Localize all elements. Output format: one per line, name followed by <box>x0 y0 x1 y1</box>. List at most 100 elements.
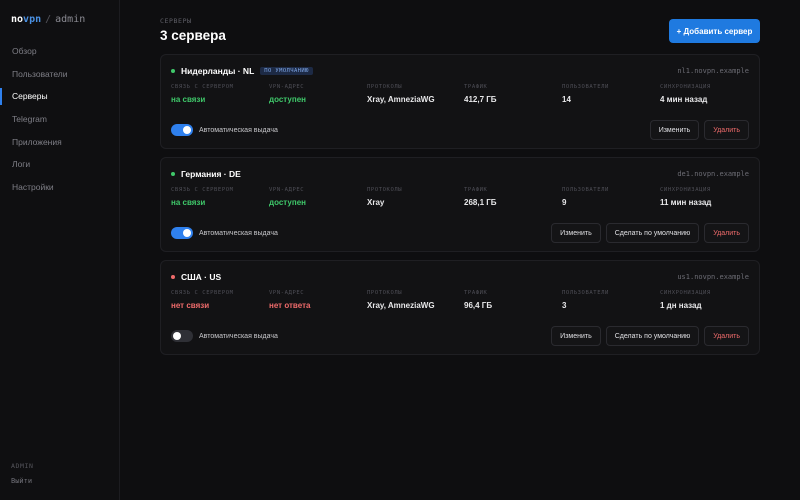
server-card: США · US us1.novpn.example СВЯЗЬ С СЕРВЕРО… <box>160 260 760 355</box>
stat-users: ПОЛЬЗОВАТЕЛИ 9 <box>562 187 609 207</box>
edit-button[interactable]: Изменить <box>551 326 601 346</box>
auto-issue-label: Автоматическая выдача <box>199 229 278 237</box>
stat-label: ПРОТОКОЛЫ <box>367 290 403 296</box>
sidebar-item-6[interactable]: Настройки <box>0 176 120 199</box>
toggle-knob <box>173 332 181 340</box>
server-stats: СВЯЗЬ С СЕРВЕРОМ нет связи VPN-АДРЕС нет от… <box>171 290 751 314</box>
server-host: nl1.novpn.example <box>677 67 749 75</box>
server-actions: Изменить Сделать по умолчанию Удалить <box>551 223 749 243</box>
stat-label: VPN-АДРЕС <box>269 187 305 193</box>
make-default-button[interactable]: Сделать по умолчанию <box>605 223 700 243</box>
server-list: Нидерланды · NL ПО УМОЛЧАНИЮ nl1.novpn.exa… <box>160 54 760 363</box>
stat-sync: СИНХРОНИЗАЦИЯ 11 мин назад <box>660 187 711 207</box>
page-title: 3 сервера <box>160 28 226 43</box>
stat-label: СИНХРОНИЗАЦИЯ <box>660 84 711 90</box>
delete-button[interactable]: Удалить <box>704 223 749 243</box>
make-default-button[interactable]: Сделать по умолчанию <box>605 326 700 346</box>
brand-subtitle: admin <box>55 14 86 25</box>
stat-label: СВЯЗЬ С СЕРВЕРОМ <box>171 290 234 296</box>
stat-label: ПОЛЬЗОВАТЕЛИ <box>562 290 609 296</box>
stat-value: 4 мин назад <box>660 95 708 104</box>
stat-value: 412,7 ГБ <box>464 95 497 104</box>
server-name: Германия · DE <box>181 169 241 179</box>
stat-label: СИНХРОНИЗАЦИЯ <box>660 290 711 296</box>
auto-issue-toggle[interactable] <box>171 227 193 239</box>
stat-value: доступен <box>269 95 306 104</box>
stat-label: СВЯЗЬ С СЕРВЕРОМ <box>171 187 234 193</box>
stat-connection: СВЯЗЬ С СЕРВЕРОМ нет связи <box>171 290 234 310</box>
brand-part-1: no <box>11 14 24 25</box>
stat-value: 11 мин назад <box>660 198 712 207</box>
sidebar-item-0[interactable]: Обзор <box>0 40 120 63</box>
stat-label: VPN-АДРЕС <box>269 290 305 296</box>
stat-value: нет связи <box>171 301 210 310</box>
server-header: США · US <box>171 272 221 282</box>
server-stats: СВЯЗЬ С СЕРВЕРОМ на связи VPN-АДРЕС доступе… <box>171 187 751 211</box>
server-actions: Изменить Сделать по умолчанию Удалить <box>551 326 749 346</box>
edit-button[interactable]: Изменить <box>649 120 700 140</box>
sidebar-item-3[interactable]: Telegram <box>0 108 120 131</box>
stat-vpn: VPN-АДРЕС доступен <box>269 84 306 104</box>
server-actions: Изменить Удалить <box>649 120 749 140</box>
default-badge: ПО УМОЛЧАНИЮ <box>260 67 313 75</box>
server-header: Нидерланды · NL ПО УМОЛЧАНИЮ <box>171 66 313 76</box>
toggle-knob <box>183 229 191 237</box>
stat-value: на связи <box>171 198 206 207</box>
stat-value: 14 <box>562 95 571 104</box>
stat-sync: СИНХРОНИЗАЦИЯ 4 мин назад <box>660 84 711 104</box>
stat-value: 96,4 ГБ <box>464 301 493 310</box>
auto-issue-toggle[interactable] <box>171 124 193 136</box>
sidebar-item-1[interactable]: Пользователи <box>0 63 120 86</box>
stat-value: 3 <box>562 301 567 310</box>
stat-value: Xray, AmneziaWG <box>367 95 435 104</box>
sidebar-item-5[interactable]: Логи <box>0 153 120 176</box>
stat-value: 9 <box>562 198 567 207</box>
sidebar-item-2[interactable]: Серверы <box>0 85 120 108</box>
stat-protocols: ПРОТОКОЛЫ Xray, AmneziaWG <box>367 290 435 310</box>
stat-label: ПОЛЬЗОВАТЕЛИ <box>562 84 609 90</box>
stat-value: Xray, AmneziaWG <box>367 301 435 310</box>
auto-issue-label: Автоматическая выдача <box>199 126 278 134</box>
stat-label: СВЯЗЬ С СЕРВЕРОМ <box>171 84 234 90</box>
stat-label: ТРАФИК <box>464 187 488 193</box>
auto-issue-toggle[interactable] <box>171 330 193 342</box>
sidebar: novpn / admin Обзор Пользователи Серверы Tele… <box>0 0 120 500</box>
stat-vpn: VPN-АДРЕС нет ответа <box>269 290 310 310</box>
edit-button[interactable]: Изменить <box>551 223 601 243</box>
stat-traffic: ТРАФИК 96,4 ГБ <box>464 290 492 310</box>
stat-traffic: ТРАФИК 268,1 ГБ <box>464 187 497 207</box>
add-server-button[interactable]: + Добавить сервер <box>669 19 760 43</box>
user-role: ADMIN <box>11 462 34 470</box>
stat-vpn: VPN-АДРЕС доступен <box>269 187 306 207</box>
logout-link[interactable]: Выйти <box>11 477 34 485</box>
server-host: de1.novpn.example <box>677 170 749 178</box>
server-name: США · US <box>181 272 222 282</box>
status-dot-icon <box>171 275 175 279</box>
stat-sync: СИНХРОНИЗАЦИЯ 1 дн назад <box>660 290 711 310</box>
brand-separator: / <box>45 14 52 25</box>
stat-value: 1 дн назад <box>660 301 702 310</box>
stat-connection: СВЯЗЬ С СЕРВЕРОМ на связи <box>171 187 234 207</box>
stat-label: ТРАФИК <box>464 84 488 90</box>
status-dot-icon <box>171 69 175 73</box>
brand-part-2: vpn <box>23 14 42 25</box>
delete-button[interactable]: Удалить <box>704 120 749 140</box>
stat-protocols: ПРОТОКОЛЫ Xray, AmneziaWG <box>367 84 435 104</box>
server-header: Германия · DE <box>171 169 241 179</box>
section-label: СЕРВЕРЫ <box>160 17 192 25</box>
sidebar-item-4[interactable]: Приложения <box>0 131 120 154</box>
stat-label: VPN-АДРЕС <box>269 84 305 90</box>
stat-value: доступен <box>269 198 306 207</box>
auto-issue: Автоматическая выдача <box>171 227 278 239</box>
app-logo[interactable]: novpn / admin <box>11 14 85 25</box>
stat-protocols: ПРОТОКОЛЫ Xray <box>367 187 402 207</box>
stat-label: ТРАФИК <box>464 290 488 296</box>
stat-label: ПОЛЬЗОВАТЕЛИ <box>562 187 609 193</box>
status-dot-icon <box>171 172 175 176</box>
delete-button[interactable]: Удалить <box>704 326 749 346</box>
auto-issue-label: Автоматическая выдача <box>199 332 278 340</box>
server-card: Нидерланды · NL ПО УМОЛЧАНИЮ nl1.novpn.exa… <box>160 54 760 149</box>
stat-users: ПОЛЬЗОВАТЕЛИ 3 <box>562 290 609 310</box>
stat-label: СИНХРОНИЗАЦИЯ <box>660 187 711 193</box>
stat-label: ПРОТОКОЛЫ <box>367 187 403 193</box>
